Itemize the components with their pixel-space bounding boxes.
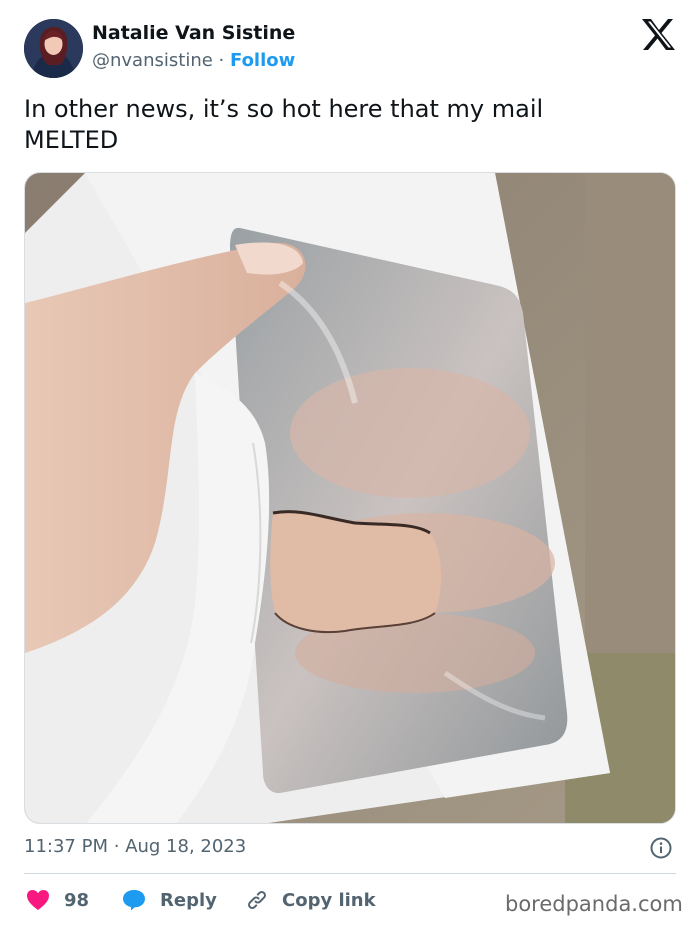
- divider: [24, 873, 676, 874]
- tweet-date: Aug 18, 2023: [125, 836, 247, 857]
- x-logo-icon[interactable]: [640, 18, 676, 51]
- author-handle-row: @nvansistine · Follow: [92, 50, 295, 71]
- watermark: boredpanda.com: [505, 892, 683, 916]
- author-name[interactable]: Natalie Van Sistine: [92, 22, 295, 44]
- info-icon[interactable]: [650, 837, 672, 859]
- reply-bubble-icon: [123, 890, 145, 911]
- copy-link-label: Copy link: [282, 889, 376, 911]
- heart-icon: [27, 890, 49, 910]
- author-handle[interactable]: @nvansistine: [92, 50, 213, 71]
- copy-link-button[interactable]: Copy link: [246, 886, 376, 914]
- timestamp-separator: ·: [113, 836, 120, 857]
- like-count: 98: [64, 889, 90, 911]
- reply-button[interactable]: Reply: [122, 886, 217, 914]
- tweet-time: 11:37 PM: [24, 836, 108, 857]
- avatar[interactable]: [24, 19, 83, 78]
- tweet-text: In other news, it’s so hot here that my …: [24, 95, 544, 154]
- tweet-card: Natalie Van Sistine @nvansistine · Follo…: [0, 0, 700, 927]
- reply-label: Reply: [160, 889, 217, 911]
- link-icon: [248, 891, 266, 909]
- handle-separator: ·: [218, 50, 225, 71]
- follow-button[interactable]: Follow: [230, 50, 295, 71]
- tweet-timestamp[interactable]: 11:37 PM · Aug 18, 2023: [24, 836, 246, 857]
- like-button[interactable]: 98: [26, 886, 89, 914]
- tweet-photo[interactable]: [24, 172, 676, 824]
